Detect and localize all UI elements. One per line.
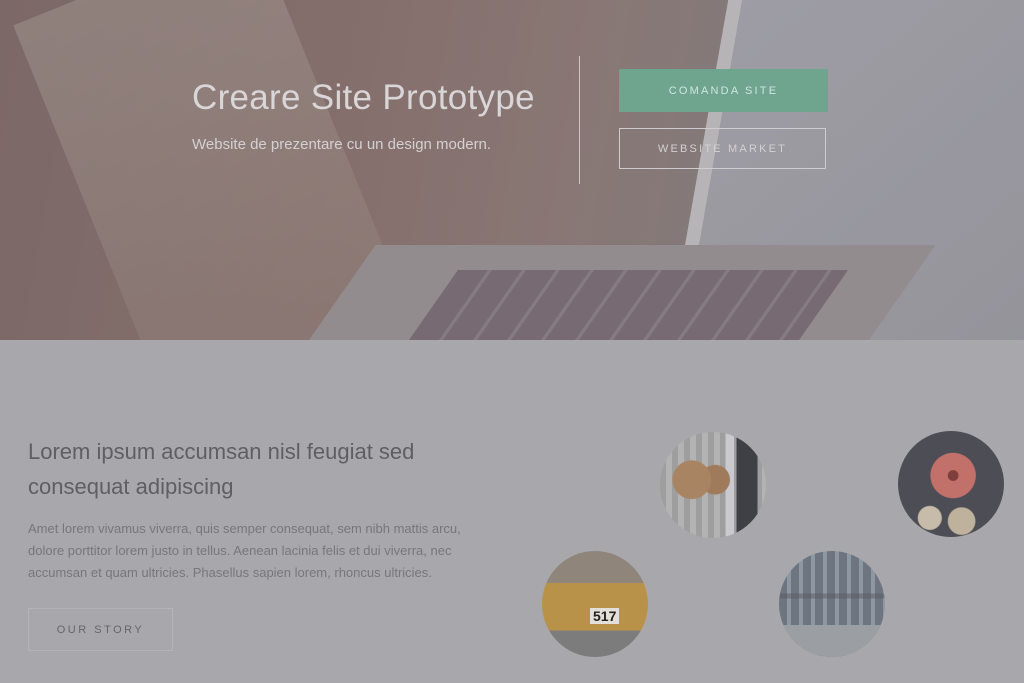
our-story-button[interactable]: OUR STORY <box>28 608 173 651</box>
section-body-text: Amet lorem vivamus viverra, quis semper … <box>28 521 461 580</box>
hero-overlay <box>0 0 1024 340</box>
hero-title: Creare Site Prototype <box>192 78 535 117</box>
hero-divider <box>579 56 580 184</box>
gallery-image-building <box>779 551 885 657</box>
gallery-image-flower <box>898 431 1004 537</box>
gallery-image-shoes-tie <box>660 432 766 538</box>
gallery-image-car: 517 <box>542 551 648 657</box>
hero-section: Creare Site Prototype Website de prezent… <box>0 0 1024 340</box>
section-heading: Lorem ipsum accumsan nisl feugiat sed co… <box>28 439 415 499</box>
intro-section: Lorem ipsum accumsan nisl feugiat sed co… <box>0 340 1024 683</box>
car-plate-number: 517 <box>590 608 620 624</box>
website-market-button[interactable]: WEBSITE MARKET <box>619 128 826 169</box>
order-site-button[interactable]: COMANDA SITE <box>619 69 828 112</box>
hero-subtitle: Website de prezentare cu un design moder… <box>192 136 492 153</box>
